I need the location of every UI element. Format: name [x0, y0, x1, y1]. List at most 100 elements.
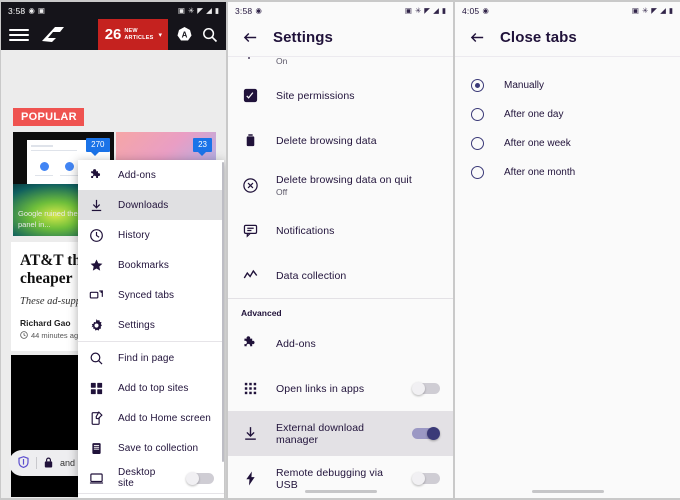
search-icon [88, 350, 105, 367]
screenshot-icon: ▣ [38, 7, 45, 15]
radio-button[interactable] [471, 166, 484, 179]
menu-item-bookmarks[interactable]: Bookmarks [78, 250, 224, 280]
radio-option-manually[interactable]: Manually [455, 71, 680, 100]
cast-icon: ◉ [28, 7, 35, 15]
settings-row-partial[interactable]: On [228, 57, 453, 73]
bluetooth-icon: ✳ [642, 7, 648, 15]
site-permissions-icon [241, 86, 260, 105]
clock-icon [88, 227, 105, 244]
menu-item-desktop-site[interactable]: Desktop site [78, 463, 224, 493]
settings-list[interactable]: On Site permissions Delete browsing data [228, 57, 453, 498]
settings-row-add-ons[interactable]: Add-ons [228, 321, 453, 366]
bluetooth-icon: ✳ [415, 7, 421, 15]
search-icon[interactable] [202, 27, 218, 43]
menu-item-label: Add to Home screen [118, 413, 211, 424]
menu-item-save-to-collection[interactable]: Save to collection [78, 433, 224, 463]
battery-icon: ▮ [669, 7, 673, 15]
radio-button[interactable] [471, 137, 484, 150]
menu-item-history[interactable]: History [78, 220, 224, 250]
gesture-bar [228, 490, 453, 493]
radio-option-after-one-month[interactable]: After one month [455, 158, 680, 187]
status-time: 3:58 [235, 6, 252, 16]
menu-item-label: Bookmarks [118, 260, 169, 271]
menu-item-downloads[interactable]: Downloads [78, 190, 224, 220]
close-tabs-options-list: Manually After one day After one week Af… [455, 57, 680, 498]
settings-row-open-links-in-apps[interactable]: Open links in apps [228, 366, 453, 411]
settings-row-value: Off [276, 187, 412, 197]
menu-item-find-in-page[interactable]: Find in page [78, 343, 224, 373]
battery-icon: ▮ [215, 7, 219, 15]
status-right: ▣ ✳ ◤ ◢ ▮ [178, 7, 219, 15]
alarm-icon: ▣ [405, 7, 412, 15]
signal-icon: ◢ [433, 7, 439, 15]
browser-toolbar: 26 NEW ARTICLES ▾ A [1, 19, 226, 50]
puzzle-icon [88, 167, 105, 184]
desktop-site-toggle[interactable] [186, 472, 214, 485]
phone-close-tabs-panel: 4:05 ◉ ▣ ✳ ◤ ◢ ▮ Close tabs Manually [455, 2, 680, 498]
remote-debugging-toggle[interactable] [412, 472, 440, 485]
new-articles-badge[interactable]: 26 NEW ARTICLES ▾ [98, 19, 168, 50]
star-filled-icon [88, 257, 105, 274]
status-time: 3:58 [8, 6, 25, 16]
status-bar: 3:58 ◉ ▣ ✳ ◤ ◢ ▮ [228, 2, 453, 19]
svg-text:A: A [182, 31, 188, 40]
hamburger-menu-icon[interactable] [9, 29, 29, 41]
notification-icon [241, 221, 260, 240]
browser-content: POPULAR 270 Google ruined the settings p… [1, 50, 226, 498]
settings-group-advanced: Advanced [228, 298, 453, 321]
settings-row-site-permissions[interactable]: Site permissions [228, 73, 453, 118]
phone-settings-panel: 3:58 ◉ ▣ ✳ ◤ ◢ ▮ Settings On [228, 2, 453, 498]
page-title: Close tabs [500, 29, 577, 46]
menu-scrollbar[interactable] [222, 162, 224, 462]
url-text: and [60, 458, 75, 468]
menu-item-label: Find in page [118, 353, 174, 364]
clock-icon [20, 331, 28, 341]
menu-item-synced-tabs[interactable]: Synced tabs [78, 280, 224, 310]
settings-row-notifications[interactable]: Notifications [228, 208, 453, 253]
partial-row-value: On [276, 57, 287, 66]
download-icon [241, 424, 260, 443]
menu-item-add-to-top-sites[interactable]: Add to top sites [78, 373, 224, 403]
status-left: 3:58 ◉ ▣ [8, 6, 45, 16]
app-grid-icon [241, 379, 260, 398]
menu-item-add-to-home-screen[interactable]: Add to Home screen [78, 403, 224, 433]
open-links-in-apps-toggle[interactable] [412, 382, 440, 395]
settings-row-label: Remote debugging via USB [276, 467, 396, 491]
trash-icon [241, 131, 260, 150]
phone-browser-panel: 3:58 ◉ ▣ ▣ ✳ ◤ ◢ ▮ 26 NEW ARTIC [1, 2, 226, 498]
shield-icon[interactable] [18, 456, 29, 470]
external-download-manager-toggle[interactable] [412, 427, 440, 440]
settings-row-label: Delete browsing data on quit [276, 174, 412, 186]
settings-row-label: Open links in apps [276, 383, 364, 395]
wifi-icon: ◤ [424, 7, 430, 15]
menu-item-add-ons[interactable]: Add-ons [78, 160, 224, 190]
settings-row-delete-browsing-data-on-quit[interactable]: Delete browsing data on quit Off [228, 163, 453, 208]
menu-item-label: Downloads [118, 200, 168, 211]
download-icon [88, 197, 105, 214]
radio-option-label: Manually [504, 80, 544, 91]
collection-icon [88, 440, 105, 457]
settings-row-data-collection[interactable]: Data collection [228, 253, 453, 298]
settings-row-delete-browsing-data[interactable]: Delete browsing data [228, 118, 453, 163]
radio-button[interactable] [471, 108, 484, 121]
account-icon[interactable]: A [176, 26, 193, 43]
back-arrow-icon[interactable] [468, 29, 486, 47]
gesture-bar [455, 490, 680, 493]
status-bar: 3:58 ◉ ▣ ▣ ✳ ◤ ◢ ▮ [1, 2, 226, 19]
radio-option-after-one-week[interactable]: After one week [455, 129, 680, 158]
comment-count-badge: 23 [193, 138, 212, 152]
menu-item-label: Save to collection [118, 443, 198, 454]
close-circle-icon [241, 176, 260, 195]
chevron-down-icon[interactable]: ▾ [158, 31, 162, 39]
status-time: 4:05 [462, 6, 479, 16]
settings-row-external-download-manager[interactable]: External download manager [228, 411, 453, 456]
radio-option-label: After one week [504, 138, 571, 149]
back-arrow-icon[interactable] [241, 29, 259, 47]
radio-button[interactable] [471, 79, 484, 92]
radio-option-after-one-day[interactable]: After one day [455, 100, 680, 129]
badge-count: 26 [105, 27, 122, 42]
alarm-icon: ▣ [632, 7, 639, 15]
menu-item-settings[interactable]: Settings [78, 310, 224, 340]
menu-item-label: Add-ons [118, 170, 156, 181]
lock-icon [44, 457, 53, 470]
